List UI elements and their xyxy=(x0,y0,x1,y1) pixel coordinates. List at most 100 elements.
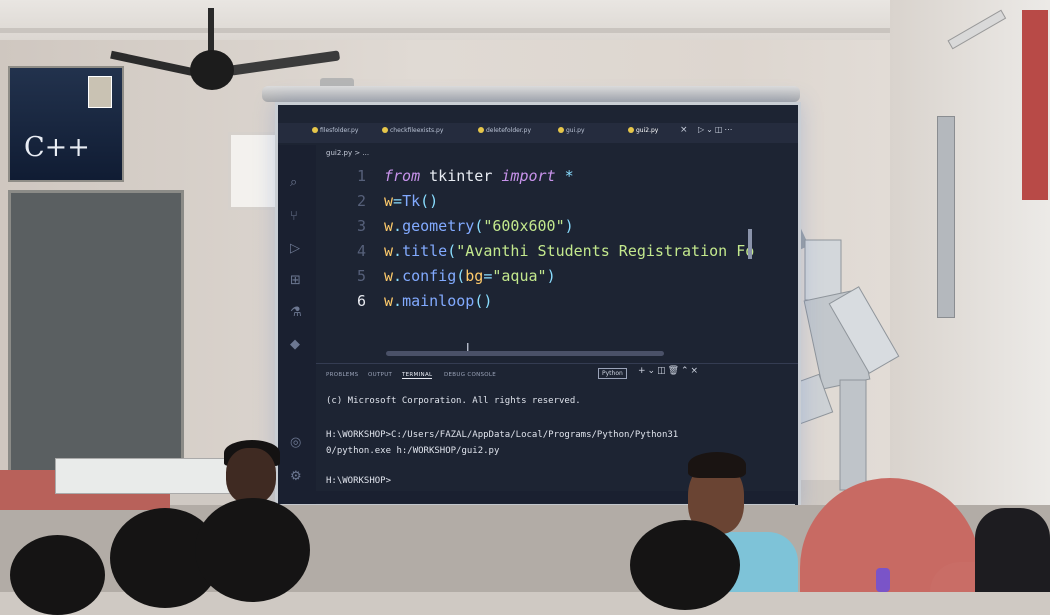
terminal-line: H:\WORKSHOP>C:/Users/FAZAL/AppData/Local… xyxy=(326,430,679,440)
code-token: mainloop xyxy=(402,292,475,310)
code-token: bg xyxy=(465,267,484,285)
code-token: () xyxy=(474,292,493,310)
code-line[interactable]: 3 w.geometry("600x600") xyxy=(318,217,778,241)
wall-conduit xyxy=(0,28,895,33)
code-token: () xyxy=(420,192,439,210)
code-token: "Avanthi Students Registration Fo xyxy=(456,242,755,260)
wall-poster-right xyxy=(937,116,955,318)
terminal-prompt[interactable]: H:\WORKSHOP> xyxy=(326,476,391,486)
python-icon[interactable]: ◆ xyxy=(290,337,300,352)
line-number: 3 xyxy=(356,217,366,235)
screen-roller xyxy=(262,86,800,102)
code-token: ( xyxy=(474,217,484,235)
code-token: . xyxy=(393,267,403,285)
tab-terminal[interactable]: TERMINAL xyxy=(402,372,433,379)
line-number: 4 xyxy=(356,242,366,260)
computer-monitor xyxy=(55,458,237,494)
fan-rod xyxy=(208,8,214,54)
code-line[interactable]: 5 w.config(bg="aqua") xyxy=(318,267,778,291)
line-number: 1 xyxy=(356,167,366,185)
tab-problems[interactable]: PROBLEMS xyxy=(326,372,358,378)
tab-output[interactable]: OUTPUT xyxy=(368,372,392,378)
code-token: tkinter xyxy=(420,167,502,185)
close-tab-icon[interactable]: × xyxy=(680,125,688,135)
code-line[interactable]: 4 w.title("Avanthi Students Registration … xyxy=(318,242,778,266)
chair xyxy=(975,508,1050,592)
terminal-line: 0/python.exe h:/WORKSHOP/gui2.py xyxy=(326,446,500,456)
code-token: title xyxy=(402,242,448,260)
editor-tab[interactable]: deletefolder.py xyxy=(478,127,531,134)
editor-tab[interactable]: gui.py xyxy=(558,127,585,134)
panel-actions-icon[interactable]: +⌄◫🗑⌃× xyxy=(638,366,700,376)
code-text: w.title("Avanthi Students Registration F… xyxy=(384,242,754,260)
code-token: from xyxy=(384,167,421,185)
code-token: . xyxy=(393,242,403,260)
window xyxy=(228,132,280,210)
code-token: geometry xyxy=(402,217,475,235)
editor-tab-bar: filesfolder.py checkfileexists.py delete… xyxy=(278,123,798,143)
whiteboard-covered xyxy=(8,190,184,476)
code-text: w=Tk() xyxy=(384,192,438,210)
editor-tab[interactable]: filesfolder.py xyxy=(312,127,358,134)
student-head xyxy=(630,520,740,610)
code-token: ) xyxy=(546,267,556,285)
breadcrumb[interactable]: gui2.py > ... xyxy=(326,149,369,157)
student-head xyxy=(195,498,310,602)
instructor-hair xyxy=(688,452,746,478)
terminal-profile-selector[interactable]: Python xyxy=(598,368,627,379)
code-token: w xyxy=(384,267,394,285)
student-head xyxy=(10,535,105,615)
code-token: ( xyxy=(456,267,466,285)
python-file-icon xyxy=(312,127,318,133)
code-text: w.geometry("600x600") xyxy=(384,217,574,235)
code-token: Tk xyxy=(402,192,421,210)
code-line[interactable]: 6 w.mainloop() xyxy=(318,292,778,316)
code-token: ) xyxy=(564,217,574,235)
code-token: w xyxy=(384,242,394,260)
line-number: 6 xyxy=(356,292,366,310)
code-token: "aqua" xyxy=(492,267,547,285)
code-token: * xyxy=(555,167,574,185)
activity-bar: ⌕ ⑂ ▷ ⊞ ⚗ ◆ ◎ ⚙ xyxy=(278,145,316,507)
source-control-icon[interactable]: ⑂ xyxy=(290,209,298,224)
water-bottle xyxy=(876,568,890,592)
projected-vscode-window: filesfolder.py checkfileexists.py delete… xyxy=(275,102,801,510)
ceiling-fan xyxy=(190,50,234,90)
code-token: = xyxy=(393,192,403,210)
run-debug-icon[interactable]: ▷ xyxy=(290,241,300,256)
code-token: import xyxy=(501,167,556,185)
cpp-poster: C++ xyxy=(8,66,124,182)
code-text: w.mainloop() xyxy=(384,292,492,310)
testing-icon[interactable]: ⚗ xyxy=(290,305,302,320)
code-text: from tkinter import * xyxy=(384,167,574,185)
line-number: 5 xyxy=(356,267,366,285)
vertical-scrollbar[interactable] xyxy=(748,229,752,259)
editor-actions-icon[interactable]: ▷⌄◫⋯ xyxy=(698,125,734,134)
terminal-line: (c) Microsoft Corporation. All rights re… xyxy=(326,396,581,406)
foil-robot-sculpture xyxy=(785,210,900,491)
code-text: w.config(bg="aqua") xyxy=(384,267,556,285)
poster-portrait xyxy=(88,76,112,108)
extensions-icon[interactable]: ⊞ xyxy=(290,273,301,288)
code-token: config xyxy=(402,267,457,285)
code-token: . xyxy=(393,217,403,235)
editor-tab[interactable]: checkfileexists.py xyxy=(382,127,443,134)
code-line[interactable]: 2 w=Tk() xyxy=(318,192,778,216)
code-token: w xyxy=(384,192,394,210)
code-line[interactable]: 1 from tkinter import * xyxy=(318,167,778,191)
code-editor[interactable]: 1 from tkinter import * 2 w=Tk() 3 w.geometry… xyxy=(318,163,788,353)
editor-tab-active[interactable]: gui2.py xyxy=(628,127,658,134)
code-token: ( xyxy=(447,242,457,260)
horizontal-scrollbar[interactable] xyxy=(386,351,664,356)
account-icon[interactable]: ◎ xyxy=(290,435,301,450)
code-token: w xyxy=(384,217,394,235)
student-face xyxy=(226,448,276,504)
python-file-icon xyxy=(558,127,564,133)
settings-icon[interactable]: ⚙ xyxy=(290,469,302,484)
code-token: w xyxy=(384,292,394,310)
line-number: 2 xyxy=(356,192,366,210)
search-icon[interactable]: ⌕ xyxy=(290,175,297,190)
tab-debug-console[interactable]: DEBUG CONSOLE xyxy=(444,372,496,378)
python-file-icon xyxy=(478,127,484,133)
code-token: . xyxy=(393,292,403,310)
